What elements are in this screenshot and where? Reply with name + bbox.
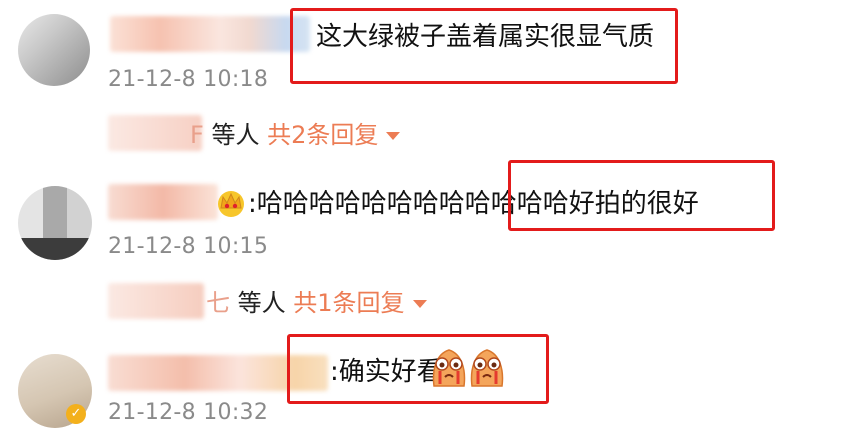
comment-timestamp: 21-12-8 10:18 — [108, 67, 269, 92]
blurred-username[interactable] — [110, 16, 310, 52]
blurred-username[interactable] — [108, 184, 218, 220]
verified-badge-icon: ✓ — [66, 404, 86, 424]
reply-others-label: 等人 — [203, 121, 268, 149]
reply-count-link[interactable]: 共2条回复 — [267, 121, 378, 149]
reply-count-link[interactable]: 共1条回复 — [293, 289, 404, 317]
chevron-down-icon[interactable] — [412, 300, 427, 308]
chevron-down-icon[interactable] — [386, 132, 401, 140]
reply-summary[interactable]: 七 等人 共1条回复 — [206, 285, 427, 321]
reply-summary[interactable]: F 等人 共2条回复 — [190, 117, 401, 153]
highlight-box — [290, 8, 678, 84]
reply-name-tail: F — [190, 121, 204, 149]
blurred-reply-names — [108, 115, 202, 151]
comment-timestamp: 21-12-8 10:15 — [108, 234, 269, 259]
avatar[interactable] — [18, 14, 90, 86]
comment-timestamp: 21-12-8 10:32 — [108, 400, 269, 425]
reply-name-tail: 七 — [206, 289, 230, 317]
highlight-box — [508, 160, 775, 231]
blurred-reply-names — [108, 283, 204, 319]
crown-icon — [218, 191, 244, 217]
avatar[interactable] — [18, 186, 92, 260]
reply-others-label: 等人 — [230, 289, 294, 317]
highlight-box — [287, 334, 549, 404]
